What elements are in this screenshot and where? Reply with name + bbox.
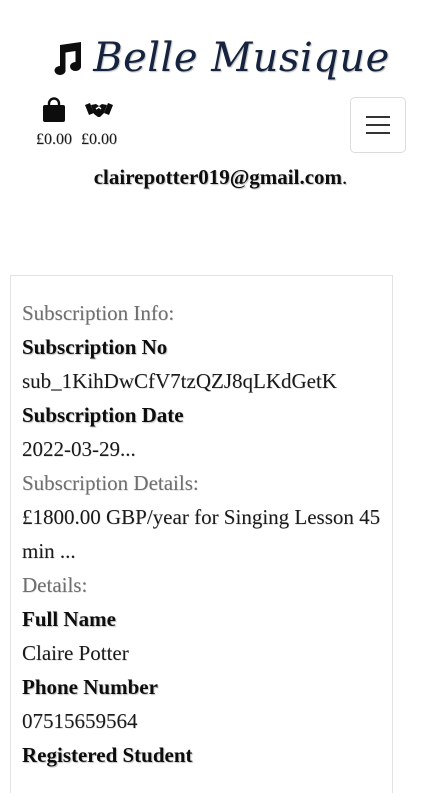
subscription-date-label: Subscription Date <box>22 403 184 427</box>
hamburger-menu-icon-line <box>366 132 390 134</box>
hamburger-menu-icon <box>366 116 390 118</box>
shopping-bag-icon <box>43 97 65 122</box>
subscription-card: Subscription Info: Subscription No sub_1… <box>10 275 393 793</box>
lessons-total: £0.00 <box>81 131 117 148</box>
registered-student-label: Registered Student <box>22 743 193 767</box>
handshake-icon <box>85 103 113 117</box>
subscription-date-value: 2022-03-29... <box>22 437 136 461</box>
hamburger-menu-icon-line <box>366 124 390 126</box>
subscription-details-value: £1800.00 GBP/year for Singing Lesson 45 … <box>22 505 381 563</box>
full-name-value: Claire Potter <box>22 641 129 665</box>
music-note-icon <box>54 42 82 75</box>
subscription-number-value: sub_1KihDwCfV7tzQZJ8qLKdGetK <box>22 369 337 393</box>
details-title: Details: <box>22 573 88 597</box>
user-email: clairepotter019@gmail.com <box>93 165 343 189</box>
phone-number-label: Phone Number <box>22 675 158 699</box>
subscription-details-title: Subscription Details: <box>22 471 199 495</box>
full-name-label: Full Name <box>22 607 116 631</box>
brand-name: Belle Musique <box>93 35 390 81</box>
subscription-number-label: Subscription No <box>22 335 168 359</box>
subscription-info-title: Subscription Info: <box>22 301 175 325</box>
brand-logo[interactable]: Belle Musique <box>0 28 441 88</box>
navbar-toggle-button[interactable] <box>350 97 406 153</box>
phone-number-value: 07515659564 <box>22 709 138 733</box>
bag-total: £0.00 <box>36 131 72 148</box>
lessons-link[interactable]: £0.00 <box>81 97 117 149</box>
shopping-bag-link[interactable]: £0.00 <box>36 97 72 149</box>
email-suffix: . <box>342 165 348 189</box>
user-email-line: clairepotter019@gmail.com. <box>0 165 441 190</box>
